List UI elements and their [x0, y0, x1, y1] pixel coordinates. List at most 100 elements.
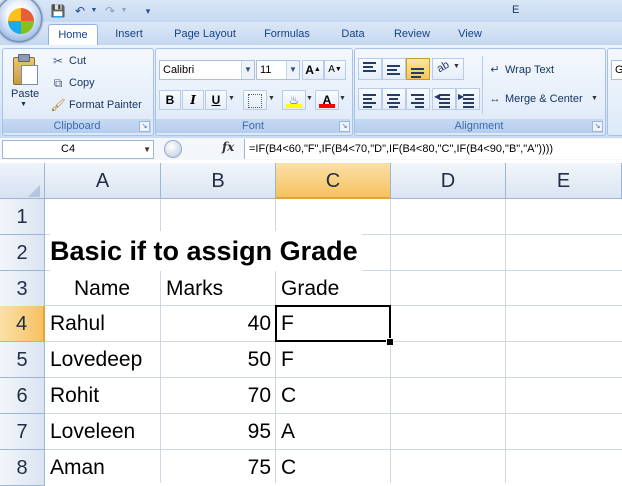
borders-icon[interactable]	[243, 90, 267, 110]
cell-grade[interactable]: C	[281, 378, 296, 414]
align-left-icon[interactable]	[358, 88, 382, 110]
shrink-font-icon[interactable]: A▼	[324, 60, 346, 80]
tab-review[interactable]: Review	[384, 24, 440, 45]
font-size-combo[interactable]: 11 ▼	[256, 60, 300, 80]
cut-button[interactable]: Cut	[69, 55, 86, 67]
tab-formulas[interactable]: Formulas	[254, 24, 320, 45]
italic-label: I	[190, 93, 196, 107]
select-all-triangle-icon	[28, 185, 40, 197]
alignment-divider	[482, 56, 483, 114]
cut-icon: ✂	[52, 54, 64, 68]
copy-icon: ⧉	[53, 76, 63, 90]
cell-marks[interactable]: 50	[161, 342, 271, 378]
font-launcher-icon[interactable]: ↘	[339, 121, 350, 132]
font-name-dropdown-icon[interactable]: ▼	[241, 61, 254, 79]
cell-marks[interactable]: 75	[161, 450, 271, 486]
cell-name[interactable]: Rohit	[50, 378, 99, 414]
underline-dropdown-icon[interactable]: ▼	[228, 95, 235, 102]
cell-grade[interactable]: A	[281, 414, 295, 450]
column-header-c[interactable]: C	[276, 163, 391, 199]
underline-button[interactable]: U	[205, 90, 227, 110]
customize-qat-icon[interactable]: ▾	[140, 3, 156, 19]
cell-marks[interactable]: 40	[161, 306, 271, 342]
clipboard-launcher-icon[interactable]: ↘	[139, 121, 150, 132]
tab-home[interactable]: Home	[48, 24, 98, 46]
undo-dropdown-icon[interactable]: ▼	[86, 3, 102, 19]
row-header-1[interactable]: 1	[0, 199, 45, 235]
row-header-8[interactable]: 8	[0, 450, 45, 486]
row-header-3[interactable]: 3	[0, 271, 45, 307]
format-painter-icon: 🖌	[50, 98, 66, 112]
fill-color-icon[interactable]: ♨	[282, 90, 306, 110]
save-icon[interactable]: 💾	[50, 3, 66, 19]
alignment-launcher-icon[interactable]: ↘	[592, 121, 603, 132]
increase-indent-icon[interactable]: ▶	[456, 88, 480, 110]
bold-label: B	[165, 93, 175, 107]
column-header-e[interactable]: E	[506, 163, 622, 199]
tab-data[interactable]: Data	[330, 24, 376, 45]
font-name-value: Calibri	[163, 64, 195, 76]
formula-input[interactable]: =IF(B4<60,"F",IF(B4<70,"D",IF(B4<80,"C",…	[244, 139, 622, 159]
office-logo-icon	[8, 8, 34, 34]
font-name-combo[interactable]: Calibri ▼	[159, 60, 255, 80]
align-center-icon[interactable]	[382, 88, 406, 110]
cell-name[interactable]: Loveleen	[50, 414, 135, 450]
fill-color-dropdown-icon[interactable]: ▼	[306, 95, 313, 102]
paste-icon[interactable]	[11, 53, 38, 85]
column-header-b[interactable]: B	[161, 163, 276, 199]
format-painter-button[interactable]: Format Painter	[69, 99, 142, 111]
cell-marks[interactable]: 95	[161, 414, 271, 450]
align-top-icon[interactable]	[358, 58, 382, 80]
align-middle-icon[interactable]	[382, 58, 406, 80]
cell-grade[interactable]: F	[281, 342, 294, 378]
cell-grade[interactable]: C	[281, 450, 296, 486]
row-header-4[interactable]: 4	[0, 306, 45, 342]
paste-dropdown-icon[interactable]: ▼	[20, 101, 27, 108]
name-box[interactable]: C4 ▼	[2, 140, 154, 159]
tab-insert[interactable]: Insert	[104, 24, 154, 45]
header-name[interactable]: Name	[74, 271, 130, 307]
row-header-7[interactable]: 7	[0, 414, 45, 450]
cell-name[interactable]: Rahul	[50, 306, 105, 342]
sheet-title[interactable]: Basic if to assign Grade	[50, 231, 362, 271]
align-right-icon[interactable]	[406, 88, 430, 110]
row-header-5[interactable]: 5	[0, 342, 45, 378]
row-header-2[interactable]: 2	[0, 235, 45, 271]
font-size-dropdown-icon[interactable]: ▼	[286, 61, 299, 79]
number-format-combo[interactable]: G	[611, 60, 622, 80]
redo-dropdown-icon[interactable]: ▼	[116, 3, 132, 19]
formula-bar-handle-icon[interactable]	[164, 140, 182, 158]
active-cell-border	[275, 305, 391, 342]
column-header-a[interactable]: A	[45, 163, 161, 199]
wrap-text-button[interactable]: Wrap Text	[505, 64, 554, 76]
name-box-dropdown-icon[interactable]: ▼	[143, 141, 151, 158]
header-marks[interactable]: Marks	[166, 271, 223, 307]
font-color-dropdown-icon[interactable]: ▼	[339, 95, 346, 102]
fill-handle[interactable]	[386, 338, 394, 346]
align-bottom-icon[interactable]	[406, 58, 430, 80]
gridline	[275, 270, 276, 483]
decrease-indent-icon[interactable]: ◀	[432, 88, 456, 110]
row-header-6[interactable]: 6	[0, 378, 45, 414]
bold-button[interactable]: B	[159, 90, 181, 110]
name-box-value: C4	[61, 143, 76, 155]
grow-font-icon[interactable]: A▲	[302, 60, 324, 80]
insert-function-button[interactable]: fx	[222, 140, 234, 154]
header-grade[interactable]: Grade	[281, 271, 339, 307]
font-color-icon[interactable]: A	[315, 90, 339, 110]
cell-marks[interactable]: 70	[161, 378, 271, 414]
alignment-group-label: Alignment	[355, 119, 603, 133]
cell-name[interactable]: Aman	[50, 450, 105, 486]
merge-center-icon: ↔	[489, 93, 501, 105]
tab-page-layout[interactable]: Page Layout	[166, 24, 244, 45]
borders-dropdown-icon[interactable]: ▼	[268, 95, 275, 102]
copy-button[interactable]: Copy	[69, 77, 95, 89]
cell-name[interactable]: Lovedeep	[50, 342, 142, 378]
merge-center-dropdown-icon[interactable]: ▼	[591, 95, 598, 102]
italic-button[interactable]: I	[182, 90, 204, 110]
paste-button[interactable]: Paste	[11, 88, 39, 100]
merge-center-button[interactable]: Merge & Center	[505, 93, 583, 105]
orientation-icon[interactable]: ab ▼	[432, 58, 464, 80]
tab-view[interactable]: View	[448, 24, 492, 45]
column-header-d[interactable]: D	[391, 163, 506, 199]
